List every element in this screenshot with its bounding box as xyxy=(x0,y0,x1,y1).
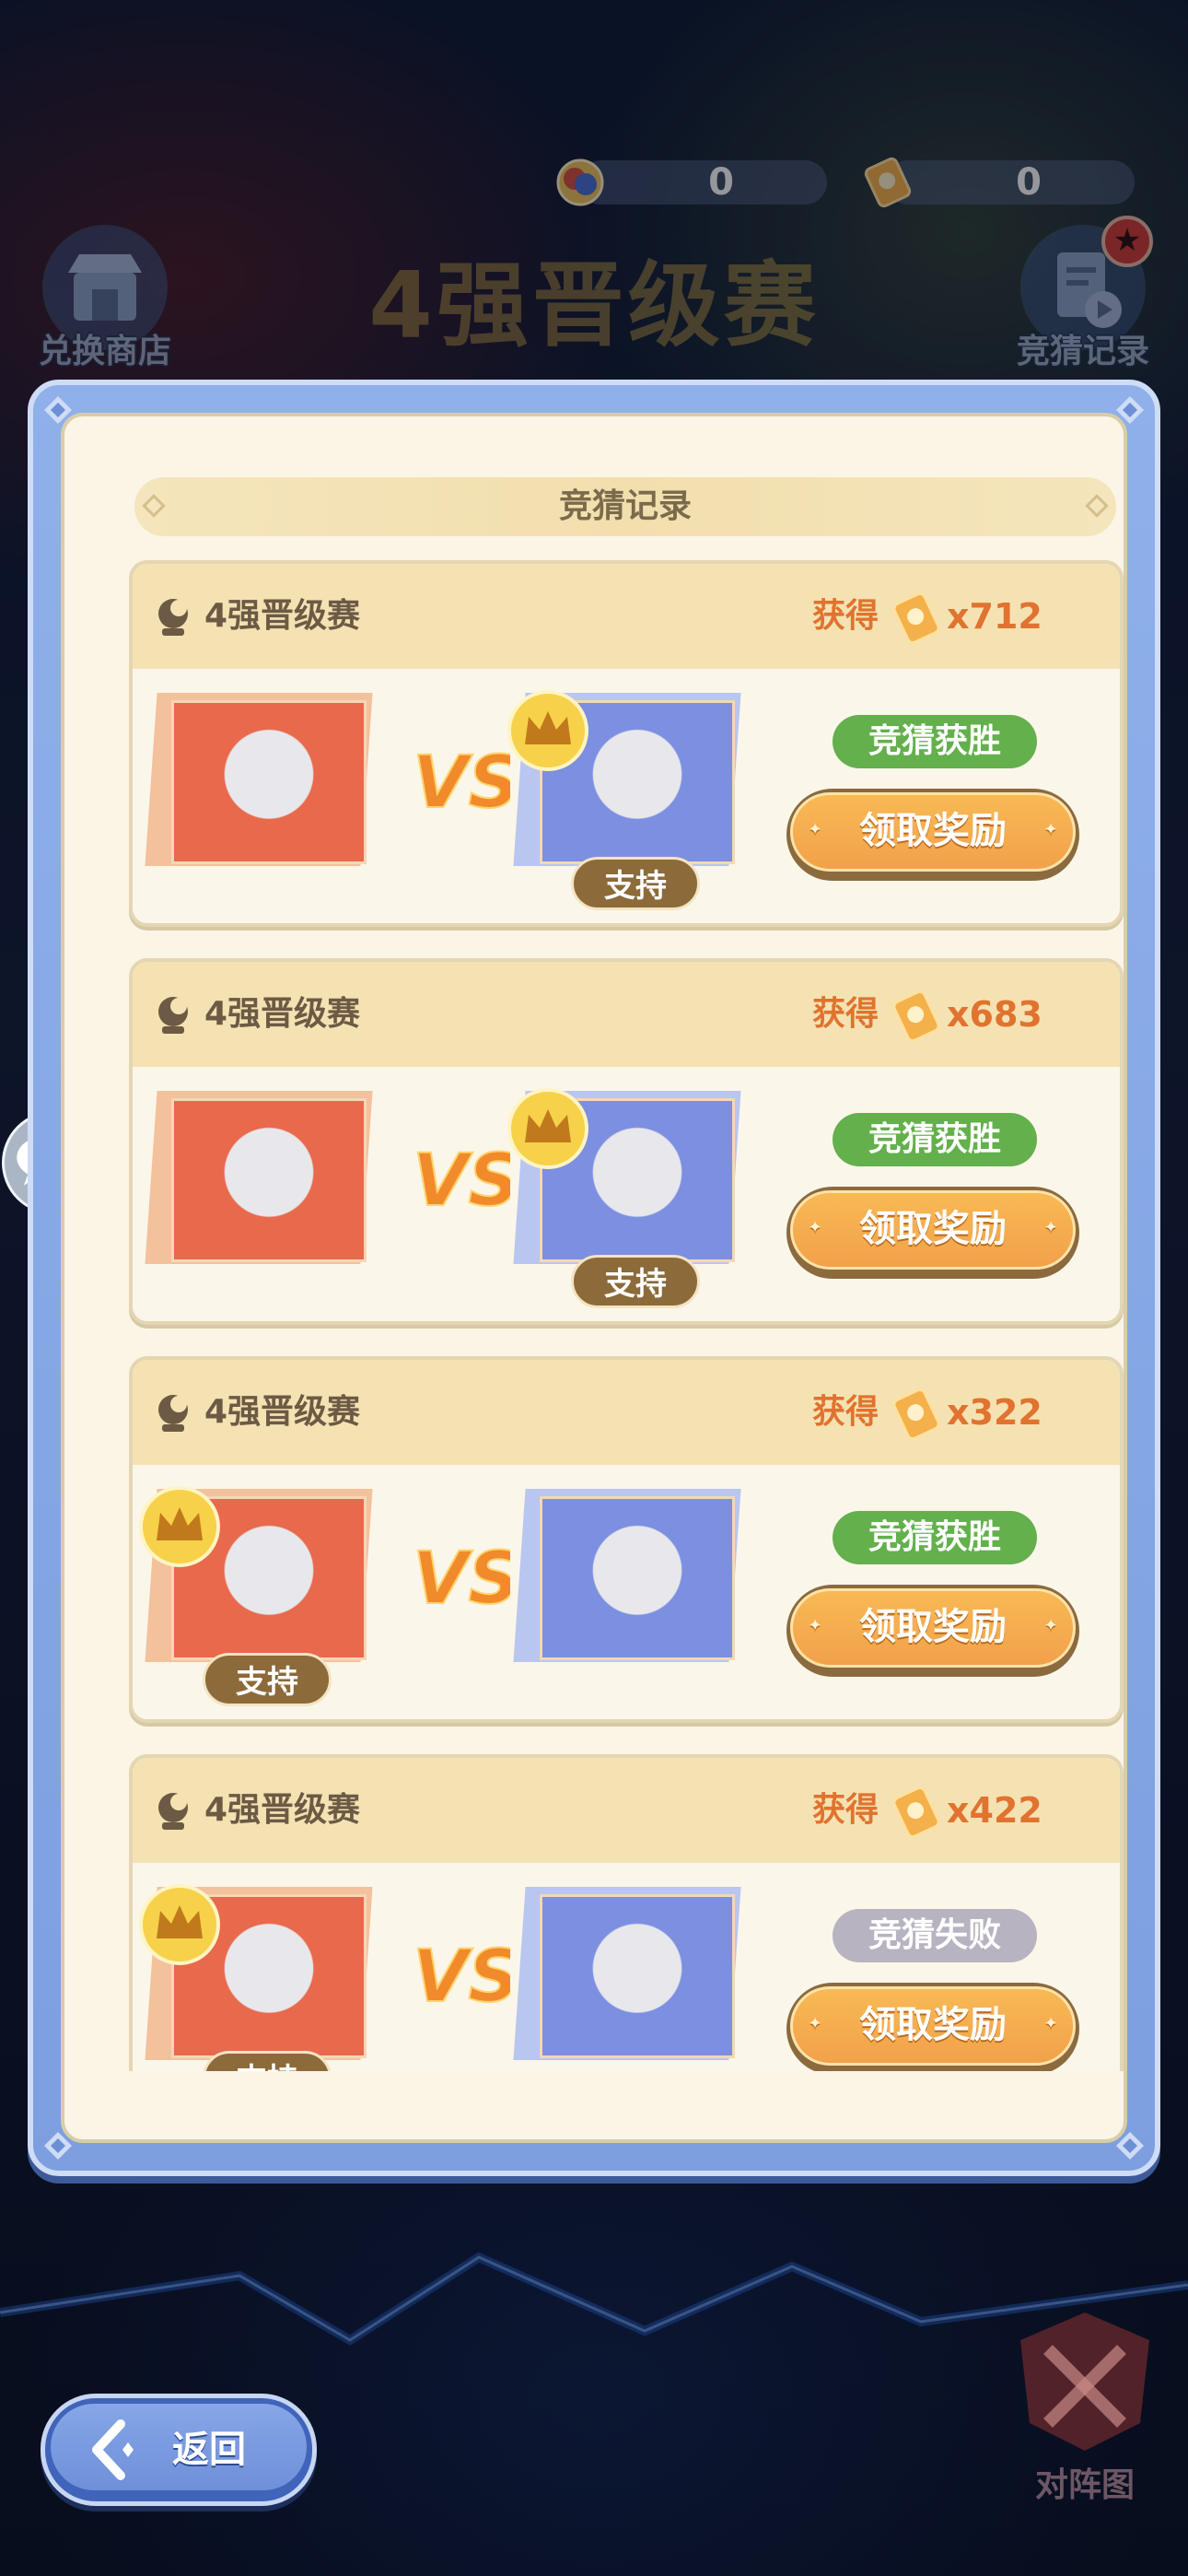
sparkle-icon: ✦ xyxy=(1043,1218,1058,1237)
ticket-icon xyxy=(892,1786,940,1838)
guess-result-badge: 竞猜获胜 xyxy=(833,1113,1037,1166)
card-header: 4强晋级赛 获得 x712 xyxy=(133,564,1120,669)
reward-amount: x683 xyxy=(947,994,1042,1035)
sparkle-icon: ✦ xyxy=(808,1616,822,1635)
crown-icon xyxy=(139,1884,220,1965)
right-fighter xyxy=(513,1887,741,2062)
reward-amount: x322 xyxy=(947,1392,1042,1433)
ticket-icon xyxy=(892,592,940,644)
record-list[interactable]: 4强晋级赛 获得 x712 VS 支持 竞猜获胜 ✦ 领取奖励 ✦ 4强晋级赛 … xyxy=(129,560,1124,2071)
claim-reward-button[interactable]: ✦ 领取奖励 ✦ xyxy=(786,1983,1079,2071)
claim-reward-label: 领取奖励 xyxy=(859,1208,1007,1250)
claim-reward-face: ✦ 领取奖励 ✦ xyxy=(790,792,1076,872)
vs-icon: VS xyxy=(412,1139,510,1224)
trophy-icon xyxy=(158,1793,188,1830)
back-label: 返回 xyxy=(172,2429,246,2471)
reward-amount: x422 xyxy=(947,1790,1042,1831)
sparkle-icon: ✦ xyxy=(808,2014,822,2033)
gain-label: 获得 xyxy=(812,597,879,635)
sparkle-icon: ✦ xyxy=(1043,1616,1058,1635)
match-name: 4强晋级赛 xyxy=(204,1791,361,1829)
formation-label: 对阵图 xyxy=(1034,2466,1135,2504)
support-tag: 支持 xyxy=(203,2051,332,2071)
card-header: 4强晋级赛 获得 x683 xyxy=(133,962,1120,1067)
back-arrow-icon xyxy=(92,2419,134,2480)
left-fighter xyxy=(145,1091,373,1266)
record-card: 4强晋级赛 获得 x683 VS 支持 竞猜获胜 ✦ 领取奖励 ✦ xyxy=(129,958,1124,1325)
vs-icon: VS xyxy=(412,741,510,825)
claim-reward-face: ✦ 领取奖励 ✦ xyxy=(790,1986,1076,2066)
left-fighter-portrait xyxy=(171,700,367,864)
record-card: 4强晋级赛 获得 x322 VS 支持 竞猜获胜 ✦ 领取奖励 ✦ xyxy=(129,1356,1124,1723)
formation-chart-button[interactable]: 对阵图 xyxy=(993,2303,1177,2506)
svg-text:VS: VS xyxy=(413,1538,510,1621)
left-fighter-portrait xyxy=(171,1098,367,1262)
gain-label: 获得 xyxy=(812,995,879,1033)
guess-record-modal: 竞猜记录 4强晋级赛 获得 x712 VS 支持 竞猜获胜 ✦ 领取奖励 ✦ 4… xyxy=(28,380,1160,2176)
record-card: 4强晋级赛 获得 x422 VS 竞猜失败 ✦ 领取奖励 ✦ xyxy=(129,1754,1124,2071)
guess-result-badge: 竞猜失败 xyxy=(833,1909,1037,1962)
crossed-swords-icon xyxy=(1020,2313,1149,2451)
gain-label: 获得 xyxy=(812,1393,879,1431)
match-name: 4强晋级赛 xyxy=(204,1393,361,1431)
claim-reward-label: 领取奖励 xyxy=(859,2004,1007,2046)
ticket-icon xyxy=(892,990,940,1042)
crown-icon xyxy=(139,1486,220,1567)
claim-reward-button[interactable]: ✦ 领取奖励 ✦ xyxy=(786,1585,1079,1677)
back-button[interactable]: 返回 xyxy=(41,2394,317,2506)
modal-title: 竞猜记录 xyxy=(558,487,692,525)
vs-icon: VS xyxy=(412,1537,510,1622)
svg-text:VS: VS xyxy=(413,1140,510,1223)
match-name: 4强晋级赛 xyxy=(204,597,361,635)
sparkle-icon: ✦ xyxy=(808,1218,822,1237)
left-fighter xyxy=(145,693,373,868)
right-fighter-portrait xyxy=(540,1894,735,2058)
sparkle-icon: ✦ xyxy=(1043,820,1058,839)
back-button-face: 返回 xyxy=(51,2404,307,2490)
claim-reward-face: ✦ 领取奖励 ✦ xyxy=(790,1588,1076,1668)
right-fighter xyxy=(513,1489,741,1664)
crown-icon xyxy=(507,690,588,771)
modal-panel: 竞猜记录 4强晋级赛 获得 x712 VS 支持 竞猜获胜 ✦ 领取奖励 ✦ 4… xyxy=(61,413,1127,2143)
trophy-icon xyxy=(158,997,188,1034)
claim-reward-label: 领取奖励 xyxy=(859,1606,1007,1648)
card-header: 4强晋级赛 获得 x422 xyxy=(133,1758,1120,1863)
claim-reward-label: 领取奖励 xyxy=(859,810,1007,852)
gain-label: 获得 xyxy=(812,1791,879,1829)
svg-text:VS: VS xyxy=(413,1936,510,2019)
trophy-icon xyxy=(158,599,188,636)
support-tag: 支持 xyxy=(571,857,700,910)
claim-reward-button[interactable]: ✦ 领取奖励 ✦ xyxy=(786,789,1079,881)
record-card: 4强晋级赛 获得 x712 VS 支持 竞猜获胜 ✦ 领取奖励 ✦ xyxy=(129,560,1124,927)
claim-reward-button[interactable]: ✦ 领取奖励 ✦ xyxy=(786,1187,1079,1279)
claim-reward-face: ✦ 领取奖励 ✦ xyxy=(790,1190,1076,1270)
match-name: 4强晋级赛 xyxy=(204,995,361,1033)
ticket-icon xyxy=(892,1388,940,1440)
card-header: 4强晋级赛 获得 x322 xyxy=(133,1360,1120,1465)
support-tag: 支持 xyxy=(203,1653,332,1706)
crown-icon xyxy=(507,1088,588,1169)
svg-text:VS: VS xyxy=(413,742,510,825)
vs-icon: VS xyxy=(412,1935,510,2020)
reward-amount: x712 xyxy=(947,596,1042,637)
right-fighter-portrait xyxy=(540,1496,735,1660)
support-tag: 支持 xyxy=(571,1255,700,1308)
diamond-ornament xyxy=(1085,494,1109,518)
diamond-ornament xyxy=(142,494,166,518)
trophy-icon xyxy=(158,1395,188,1432)
sparkle-icon: ✦ xyxy=(808,820,822,839)
guess-result-badge: 竞猜获胜 xyxy=(833,715,1037,768)
guess-result-badge: 竞猜获胜 xyxy=(833,1511,1037,1564)
modal-title-bar: 竞猜记录 xyxy=(134,477,1116,536)
sparkle-icon: ✦ xyxy=(1043,2014,1058,2033)
